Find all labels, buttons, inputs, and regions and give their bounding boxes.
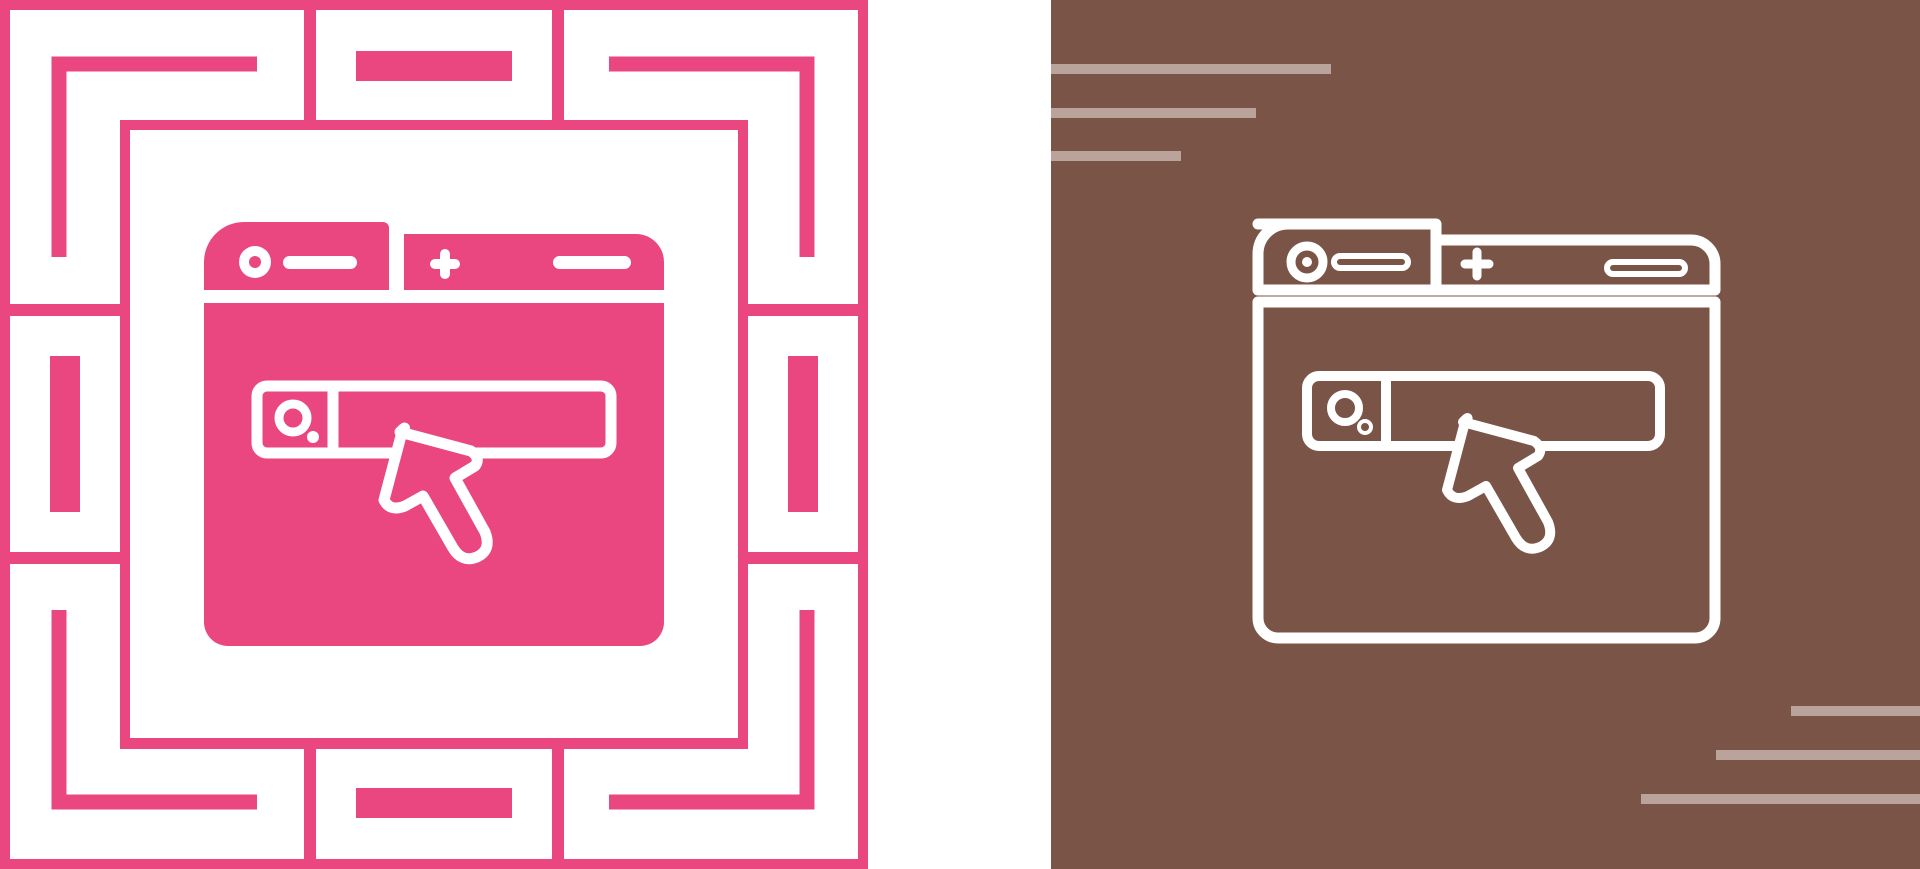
tab-title-line — [553, 256, 631, 269]
decorative-stripe — [1051, 108, 1256, 118]
frame-divider — [748, 552, 858, 564]
edge-bar — [788, 356, 818, 512]
browser-window-icon — [204, 222, 664, 646]
frame-divider — [10, 552, 120, 564]
decorative-stripe — [1051, 151, 1181, 161]
frame-divider — [552, 10, 564, 120]
frame-divider — [552, 749, 564, 859]
decorative-stripe — [1791, 706, 1920, 716]
frame-divider — [304, 749, 316, 859]
tab-title-line — [283, 256, 357, 269]
edge-bar — [50, 356, 80, 512]
frame-divider — [748, 304, 858, 316]
decorative-stripe — [1716, 750, 1920, 760]
edge-bar — [356, 51, 512, 81]
line-icon-panel — [1051, 0, 1920, 869]
browser-search-cursor-line-icon — [1051, 0, 1920, 869]
decorative-stripe — [1641, 794, 1920, 804]
decorative-stripe — [1051, 64, 1331, 74]
browser-search-cursor-glyph-icon — [0, 0, 868, 869]
glyph-icon-panel — [0, 0, 868, 869]
frame-divider — [10, 304, 120, 316]
frame-divider — [304, 10, 316, 120]
edge-bar — [356, 788, 512, 818]
